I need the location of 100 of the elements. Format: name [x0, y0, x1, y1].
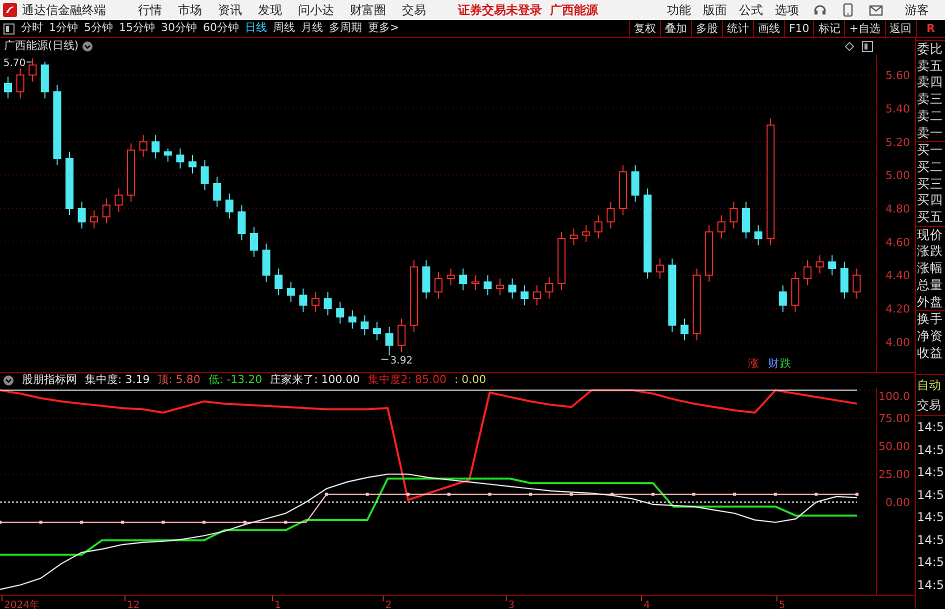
price-candle — [730, 201, 738, 230]
indicator-point — [610, 492, 614, 496]
indicator-axis-label: 75.00 — [878, 412, 910, 426]
indicator-point — [406, 492, 410, 496]
price-candle — [459, 268, 468, 291]
panel-toggle-icon[interactable] — [862, 41, 873, 52]
date-axis-label: 3 — [508, 600, 515, 609]
logo-icon — [2, 2, 18, 18]
indicator-point — [774, 492, 777, 496]
period-tab[interactable]: 60分钟 — [200, 20, 242, 37]
menu-item[interactable]: 选项 — [769, 1, 805, 19]
price-candle — [127, 142, 135, 202]
price-candle — [840, 261, 848, 300]
price-axis-label: 4.40 — [886, 269, 910, 282]
price-axis-label: 5.60 — [886, 69, 910, 82]
headset-icon[interactable] — [813, 3, 827, 17]
indicator-point — [202, 520, 206, 524]
diamond-icon[interactable] — [845, 42, 854, 51]
price-candle — [286, 281, 295, 302]
phone-icon[interactable] — [843, 3, 853, 17]
price-candle — [336, 301, 344, 324]
price-candle — [508, 278, 516, 300]
period-tab[interactable]: 30分钟 — [158, 20, 200, 37]
toolbar-button[interactable]: +自选 — [844, 20, 885, 38]
price-candle — [532, 284, 541, 306]
period-tab[interactable]: 1分钟 — [46, 20, 81, 37]
quote-field-label: 买五 — [916, 209, 944, 226]
period-tab[interactable]: 日线 — [242, 20, 270, 37]
price-candle — [656, 258, 664, 280]
menu-item[interactable]: 资讯 — [210, 1, 250, 19]
period-tab[interactable]: 更多> — [365, 20, 402, 37]
menu-item[interactable]: 行情 — [130, 1, 170, 19]
toolbar-button[interactable]: 返回 — [884, 20, 916, 38]
toolbar-button[interactable]: 标记 — [813, 20, 844, 38]
menu-item[interactable]: 公式 — [733, 1, 769, 19]
menu-item[interactable]: 功能 — [661, 1, 697, 19]
indicator-point — [447, 492, 450, 496]
toolbar-button[interactable]: 复权 — [628, 20, 660, 38]
trade-time: 14:5 — [916, 419, 945, 436]
indicator-point — [856, 492, 858, 496]
price-candle — [66, 151, 74, 216]
menu-item[interactable]: 版面 — [697, 1, 733, 19]
toolbar-button[interactable]: 多股 — [690, 20, 722, 38]
menu-item[interactable]: 财富圈 — [342, 1, 394, 19]
price-candle — [742, 201, 750, 240]
price-axis-label: 4.00 — [886, 336, 910, 349]
period-tab[interactable]: 多周期 — [326, 20, 365, 37]
price-axis-label: 4.20 — [886, 302, 910, 316]
trade-time: 14:5 — [916, 509, 945, 526]
date-axis-label: 2 — [385, 600, 392, 609]
price-candle — [680, 318, 688, 341]
price-candle — [360, 314, 369, 336]
toolbar-button[interactable]: F10 — [784, 20, 814, 38]
price-candle — [804, 260, 812, 286]
price-candle — [78, 201, 86, 230]
price-candle — [139, 134, 148, 158]
chart-title: 广西能源(日线) — [3, 38, 79, 54]
quote-field-label: 卖三 — [916, 91, 944, 108]
price-candle — [558, 231, 566, 291]
auto-label[interactable]: 自动 — [916, 375, 945, 395]
trade-time: 14:5 — [916, 442, 945, 458]
period-tab[interactable]: 15分钟 — [116, 20, 158, 37]
login-notice[interactable]: 证券交易未登录 — [458, 3, 542, 17]
indicator-axis-label: 25.00 — [878, 468, 910, 482]
price-candle — [152, 134, 160, 159]
dropdown-icon[interactable] — [3, 375, 14, 386]
period-tab[interactable]: 周线 — [270, 20, 298, 37]
indicator-readout: 顶: 5.80 — [158, 372, 200, 388]
menu-item[interactable]: 市场 — [170, 1, 210, 19]
price-candle — [398, 318, 406, 352]
signal-label: 涨 — [748, 357, 759, 370]
menu-item[interactable]: 交易 — [394, 1, 434, 19]
menu-item[interactable]: 问小达 — [290, 1, 342, 19]
indicator-point — [488, 492, 492, 496]
user-label[interactable]: 游客 — [897, 1, 937, 19]
period-tab[interactable]: 分时 — [18, 20, 46, 37]
toolbar-button[interactable]: 统计 — [722, 20, 753, 38]
quote-field-label: 涨幅 — [916, 260, 944, 277]
period-tab[interactable]: 5分钟 — [81, 20, 116, 37]
price-candle — [114, 188, 123, 212]
indicator-readout: 低: -13.20 — [208, 372, 262, 388]
menu-item[interactable]: 发现 — [250, 1, 290, 19]
quote-field-label: 净资 — [916, 328, 944, 345]
price-candle — [102, 198, 110, 224]
quote-field-label: 买三 — [916, 176, 944, 192]
period-tab[interactable]: 月线 — [298, 20, 326, 37]
price-candle — [484, 274, 492, 296]
dropdown-icon[interactable] — [82, 41, 93, 52]
panel-toggle-icon[interactable] — [3, 22, 15, 34]
r-button[interactable]: R — [916, 20, 945, 38]
price-candle — [520, 284, 529, 306]
mail-icon[interactable] — [869, 4, 883, 16]
trade-label: 交易 — [916, 397, 942, 414]
price-axis-label: 4.80 — [886, 202, 910, 216]
price-candle — [238, 204, 246, 241]
toolbar-button[interactable]: 画线 — [752, 20, 784, 38]
price-candle — [582, 224, 590, 242]
price-candle — [471, 274, 480, 291]
toolbar-button[interactable]: 叠加 — [660, 20, 691, 38]
price-candle — [90, 210, 98, 230]
